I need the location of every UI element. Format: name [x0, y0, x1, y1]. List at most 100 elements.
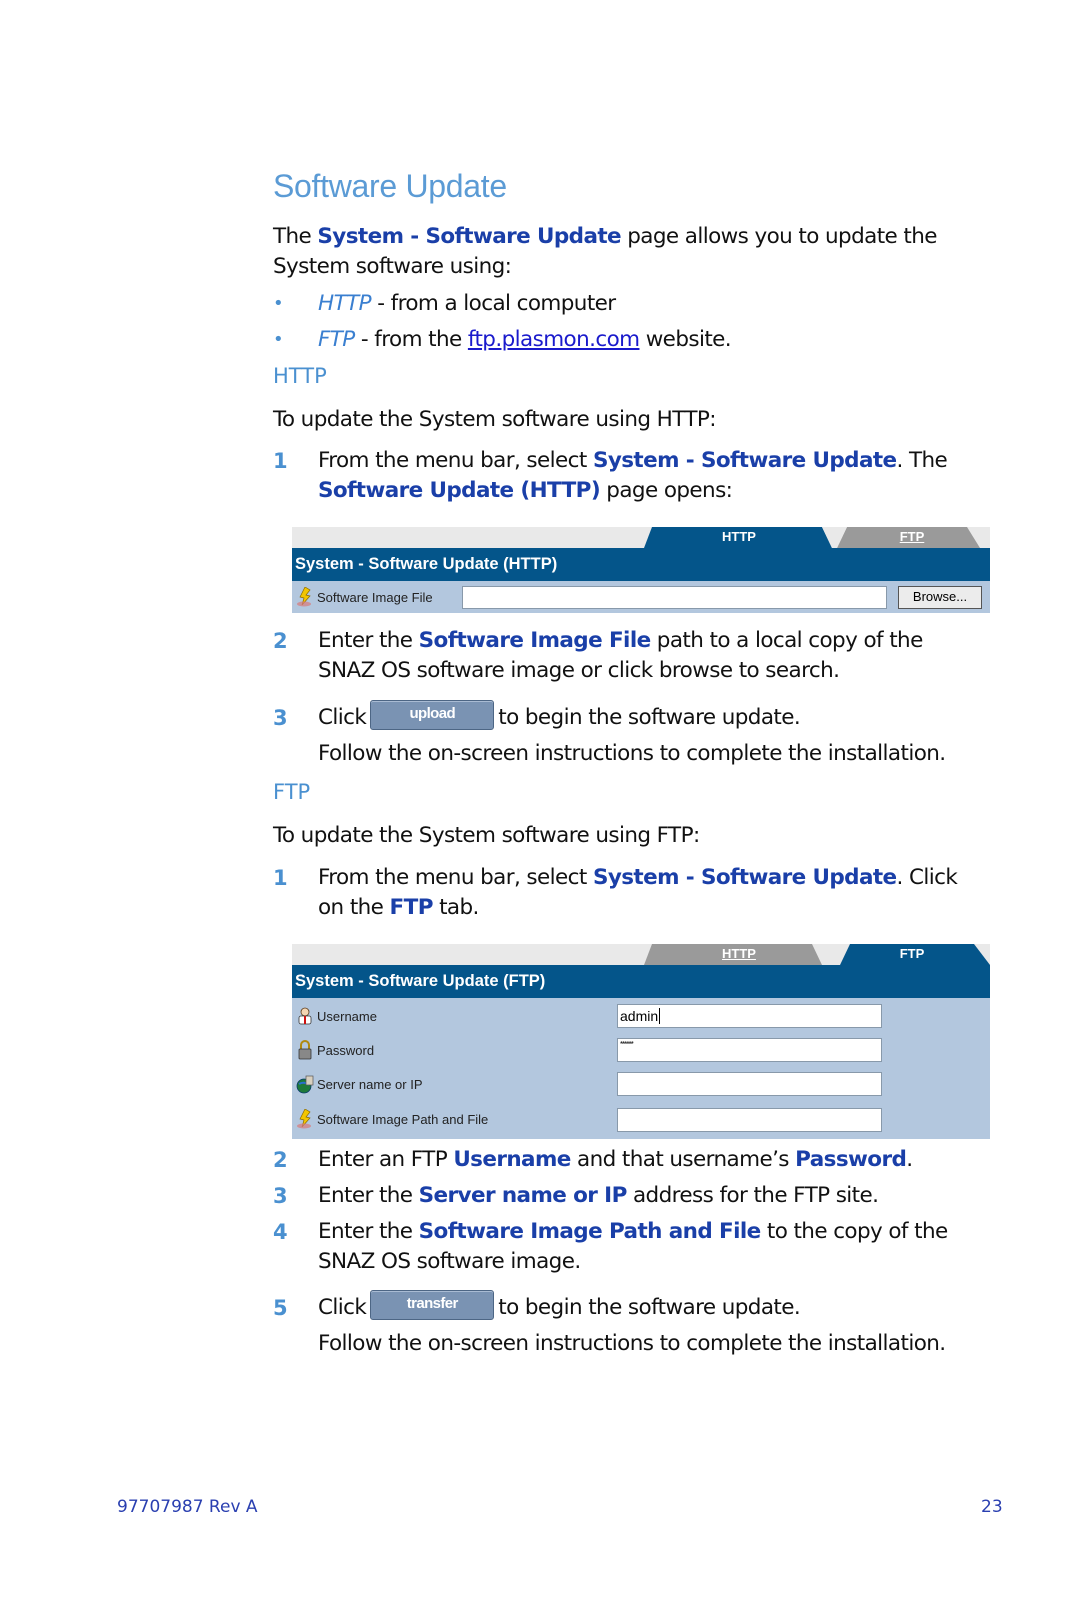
bullet-keyword: FTP — [318, 327, 355, 352]
server-name-input[interactable] — [617, 1072, 882, 1096]
tab-strip: HTTP FTP — [292, 944, 990, 965]
user-icon — [296, 1006, 314, 1026]
http-update-panel: HTTP FTP System - Software Update (HTTP)… — [292, 527, 990, 613]
step-text: Enter an FTP — [318, 1147, 454, 1172]
step-number: 5 — [273, 1296, 288, 1320]
http-lead-text: To update the System software using HTTP… — [273, 407, 717, 432]
panel-body: Username admin Password ****** Server na… — [292, 998, 990, 1139]
step-text: Enter the — [318, 628, 419, 653]
tab-ftp[interactable]: FTP — [857, 527, 967, 548]
step-text: tab. — [432, 895, 479, 920]
step-text: path to a local copy of the — [650, 628, 924, 653]
step-keyword: System - Software Update — [592, 865, 897, 890]
step-number: 4 — [273, 1220, 288, 1244]
bullet-keyword: HTTP — [318, 291, 372, 316]
intro-text-cont: page allows you to update the — [621, 224, 937, 249]
bullet-icon: • — [273, 293, 284, 314]
step-text: Enter the — [318, 1183, 419, 1208]
step-text: . — [906, 1147, 913, 1172]
bullet-text: - from a local computer — [371, 291, 616, 316]
software-image-file-input[interactable] — [462, 586, 887, 609]
field-label: Server name or IP — [317, 1076, 423, 1092]
transfer-button[interactable]: transfer — [370, 1290, 495, 1320]
ftp-site-link[interactable]: ftp.plasmon.com — [468, 327, 640, 352]
step-keyword: Username — [453, 1147, 571, 1172]
username-value: admin — [620, 1008, 659, 1024]
panel-header: System - Software Update (FTP) — [292, 965, 990, 998]
step-number: 1 — [273, 449, 288, 473]
step-text: . The — [896, 448, 948, 473]
step-text: address for the FTP site. — [626, 1183, 879, 1208]
step-keyword: FTP — [389, 895, 434, 920]
field-label: Username — [317, 1008, 377, 1024]
password-input[interactable]: ****** — [617, 1038, 882, 1062]
field-row-image-path: Software Image Path and File — [296, 1108, 489, 1129]
field-label: Password — [317, 1042, 375, 1058]
tab-ftp[interactable]: FTP — [857, 944, 967, 965]
step-text: to the copy of the — [760, 1219, 948, 1244]
bullet-text: - from the — [354, 327, 468, 352]
footer-page-number: 23 — [981, 1497, 1003, 1517]
step-text: page opens: — [600, 478, 733, 503]
step-text: Click — [318, 1295, 367, 1320]
step-keyword: Software Image File — [418, 628, 652, 653]
step-text: to begin the software update. — [498, 1295, 801, 1320]
field-row-username: Username — [296, 1006, 377, 1026]
software-image-icon — [296, 1108, 314, 1129]
ftp-lead-text: To update the System software using FTP: — [273, 823, 700, 848]
step-keyword: Software Image Path and File — [418, 1219, 762, 1244]
lock-icon — [296, 1040, 314, 1060]
tab-http[interactable]: HTTP — [664, 944, 814, 965]
step-text: From the menu bar, select — [318, 865, 593, 890]
step-keyword: System - Software Update — [592, 448, 897, 473]
software-image-path-input[interactable] — [617, 1108, 882, 1132]
step-text: Enter the — [318, 1219, 419, 1244]
footer-doc-id: 97707987 Rev A — [117, 1497, 258, 1517]
tab-http[interactable]: HTTP — [664, 527, 814, 548]
section-heading-ftp: FTP — [273, 780, 311, 804]
page-title: Software Update — [273, 168, 507, 204]
step-text: and that username’s — [570, 1147, 796, 1172]
intro-text: The — [273, 224, 318, 249]
step-text: Click — [318, 705, 367, 730]
field-label: Software Image Path and File — [317, 1111, 489, 1127]
intro-keyword: System - Software Update — [317, 224, 622, 249]
step-text: From the menu bar, select — [318, 448, 593, 473]
bullet-icon: • — [273, 329, 284, 350]
upload-button[interactable]: upload — [370, 700, 495, 730]
step-number: 2 — [273, 1148, 288, 1172]
panel-header: System - Software Update (HTTP) — [292, 548, 990, 581]
field-row-image-file: Software Image File — [296, 586, 433, 607]
text-cursor — [659, 1008, 661, 1024]
step-number: 3 — [273, 1184, 288, 1208]
field-row-password: Password — [296, 1040, 374, 1060]
tab-http-label: HTTP — [722, 529, 756, 544]
bullet-text-after: website. — [639, 327, 732, 352]
tab-strip: HTTP FTP — [292, 527, 990, 548]
step-text: on the — [318, 895, 390, 920]
username-input[interactable]: admin — [617, 1004, 882, 1028]
intro-line2: System software using: — [273, 254, 512, 279]
step-keyword: Software Update (HTTP) — [318, 478, 601, 503]
step-number: 3 — [273, 706, 288, 730]
step-number: 1 — [273, 866, 288, 890]
tab-http-label: HTTP — [722, 946, 756, 961]
ftp-update-panel: HTTP FTP System - Software Update (FTP) … — [292, 944, 990, 1139]
step-text: SNAZ OS software image. — [318, 1249, 581, 1274]
tab-ftp-label: FTP — [899, 529, 925, 544]
tab-ftp-label: FTP — [899, 946, 925, 961]
panel-body: Software Image File Browse... — [292, 581, 990, 613]
field-row-server: Server name or IP — [296, 1074, 423, 1094]
step-text: SNAZ OS software image or click browse t… — [318, 658, 840, 683]
step-text: . Click — [896, 865, 958, 890]
software-image-icon — [296, 586, 314, 607]
ftp-followup-text: Follow the on-screen instructions to com… — [318, 1331, 946, 1356]
step-keyword: Server name or IP — [418, 1183, 628, 1208]
step-number: 2 — [273, 629, 288, 653]
http-followup-text: Follow the on-screen instructions to com… — [318, 741, 946, 766]
browse-button[interactable]: Browse... — [898, 586, 982, 609]
section-heading-http: HTTP — [273, 364, 327, 388]
intro-paragraph: The System - Software Update page allows… — [273, 222, 1013, 282]
field-label: Software Image File — [317, 589, 433, 605]
globe-server-icon — [296, 1074, 314, 1094]
